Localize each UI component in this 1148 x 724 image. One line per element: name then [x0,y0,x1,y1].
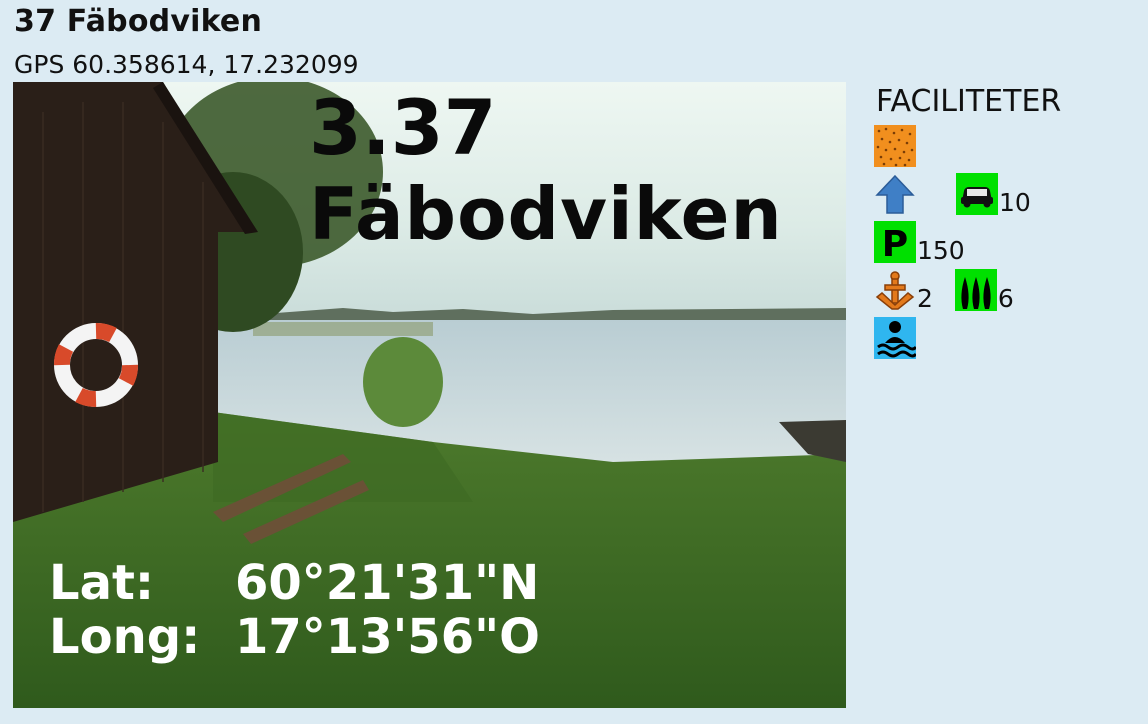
longitude-label: Long: [49,608,201,665]
svg-text:P: P [882,224,908,263]
facilities-panel: FACILITETER 10 P 150 2 6 [874,84,1134,365]
car-parking-icon [956,173,998,215]
overlay-site-name: Fäbodviken [309,172,783,256]
sand-beach-icon [874,125,916,167]
facility-boats: 6 [954,269,1014,313]
facility-row [874,317,1134,359]
facility-row [874,125,1134,167]
facility-row: 10 [874,173,1134,215]
parking-count: 150 [917,236,965,265]
page-title: 37 Fäbodviken [14,4,263,39]
facility-launch [874,173,916,215]
facility-parking: P 150 [874,221,965,263]
gps-coordinates: GPS 60.358614, 17.232099 [14,50,359,79]
facility-row: 2 6 [874,269,1134,311]
latitude-value: 60°21'31"N [235,555,540,611]
overlay-coordinates: Lat: 60°21'31"N Long: 17°13'56"O [49,555,540,665]
facility-car: 10 [956,173,1031,215]
facility-row: P 150 [874,221,1134,263]
boats-icon [954,269,997,311]
overlay-site-number: 3.37 [309,83,497,172]
anchor-icon [874,269,916,311]
swimming-icon [874,317,916,359]
latitude-label: Lat: [49,555,155,611]
launch-arrow-icon [874,173,916,215]
facilities-heading: FACILITETER [876,84,1062,119]
parking-icon: P [874,221,916,263]
longitude-value: 17°13'56"O [235,608,540,665]
facility-anchor: 2 [874,269,933,311]
car-parking-count: 10 [999,188,1031,217]
anchor-count: 2 [917,284,933,313]
boats-count: 6 [997,284,1014,313]
location-photo: 3.37 Fäbodviken Lat: 60°21'31"N Long: 17… [13,82,846,708]
